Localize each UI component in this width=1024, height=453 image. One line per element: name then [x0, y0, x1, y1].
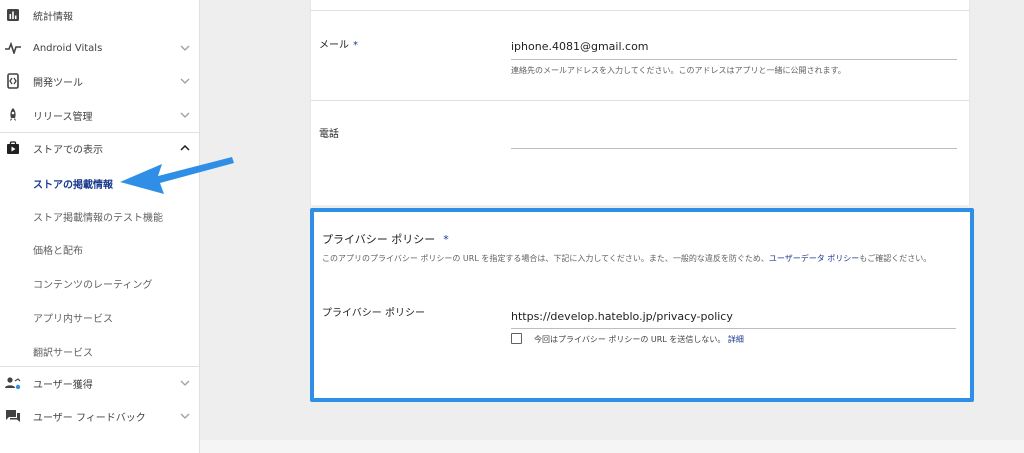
chevron-down-icon[interactable]: [180, 43, 190, 53]
feedback-icon: [5, 408, 21, 424]
sidebar-subitem-in-app-products[interactable]: アプリ内サービス: [33, 310, 113, 325]
privacy-policy-description: このアプリのプライバシー ポリシーの URL を指定する場合は、下記に入力してく…: [322, 254, 932, 263]
sidebar-item-dev-tools[interactable]: 開発ツール: [0, 72, 200, 90]
dev-tools-icon: [5, 73, 21, 89]
sidebar-item-label: 開発ツール: [33, 77, 83, 89]
user-acquisition-icon: [5, 375, 21, 391]
sidebar-item-label: Android Vitals: [33, 42, 103, 54]
privacy-url-underline: [511, 328, 956, 329]
email-label: メール *: [319, 40, 358, 51]
sidebar: 統計情報 Android Vitals 開発ツール リリース管理 ストアでの表示…: [0, 0, 200, 453]
sidebar-item-label: ユーザー獲得: [33, 379, 93, 391]
sidebar-item-user-acquisition[interactable]: ユーザー獲得: [0, 374, 200, 392]
sidebar-item-user-feedback[interactable]: ユーザー フィードバック: [0, 407, 200, 425]
email-field-underline: [511, 59, 957, 60]
chevron-down-icon[interactable]: [180, 76, 190, 86]
sidebar-divider: [0, 132, 200, 133]
privacy-policy-title: プライバシー ポリシー *: [322, 233, 449, 246]
user-data-policy-link[interactable]: ユーザーデータ ポリシー: [769, 254, 859, 263]
store-bag-icon: [5, 140, 21, 156]
section-divider: [311, 10, 969, 11]
sidebar-item-label: リリース管理: [33, 111, 93, 123]
chevron-down-icon[interactable]: [180, 378, 190, 388]
phone-label: 電話: [319, 129, 339, 140]
skip-privacy-url-checkbox[interactable]: [511, 333, 522, 344]
sidebar-item-label: ユーザー フィードバック: [33, 412, 146, 424]
section-divider: [311, 100, 969, 101]
email-field[interactable]: iphone.4081@gmail.com: [511, 40, 649, 53]
privacy-policy-field-label: プライバシー ポリシー: [322, 308, 425, 319]
details-link[interactable]: 詳細: [728, 335, 744, 344]
contact-details-card: メール * iphone.4081@gmail.com 連絡先のメールアドレスを入…: [310, 0, 970, 205]
skip-privacy-url-label: 今回はプライバシー ポリシーの URL を送信しない。 詳細: [534, 335, 744, 344]
sidebar-item-statistics[interactable]: 統計情報: [0, 6, 200, 24]
privacy-policy-card: プライバシー ポリシー * このアプリのプライバシー ポリシーの URL を指定す…: [310, 208, 974, 402]
sidebar-item-release-management[interactable]: リリース管理: [0, 106, 200, 124]
annotation-arrow-icon: [120, 157, 234, 194]
next-card-edge: [200, 440, 1024, 453]
sidebar-item-android-vitals[interactable]: Android Vitals: [0, 39, 200, 57]
sidebar-subitem-store-listing-experiments[interactable]: ストア掲載情報のテスト機能: [33, 209, 163, 224]
sidebar-divider: [0, 366, 200, 367]
chevron-down-icon[interactable]: [180, 110, 190, 120]
sidebar-subitem-store-listing[interactable]: ストアの掲載情報: [33, 176, 113, 191]
sidebar-subitem-content-rating[interactable]: コンテンツのレーティング: [33, 276, 152, 291]
bar-chart-icon: [5, 7, 21, 23]
vitals-pulse-icon: [5, 40, 21, 56]
phone-field-underline: [511, 148, 957, 149]
sidebar-item-label: ストアでの表示: [33, 144, 103, 156]
sidebar-item-label: 統計情報: [33, 11, 73, 23]
chevron-down-icon[interactable]: [180, 411, 190, 421]
email-help-text: 連絡先のメールアドレスを入力してください。このアドレスはアプリと一緒に公開されま…: [511, 66, 846, 75]
sidebar-subitem-pricing-distribution[interactable]: 価格と配布: [33, 242, 83, 257]
rocket-icon: [5, 107, 21, 123]
privacy-policy-url-input[interactable]: https://develop.hateblo.jp/privacy-polic…: [511, 310, 733, 323]
sidebar-subitem-translation-services[interactable]: 翻訳サービス: [33, 344, 93, 359]
